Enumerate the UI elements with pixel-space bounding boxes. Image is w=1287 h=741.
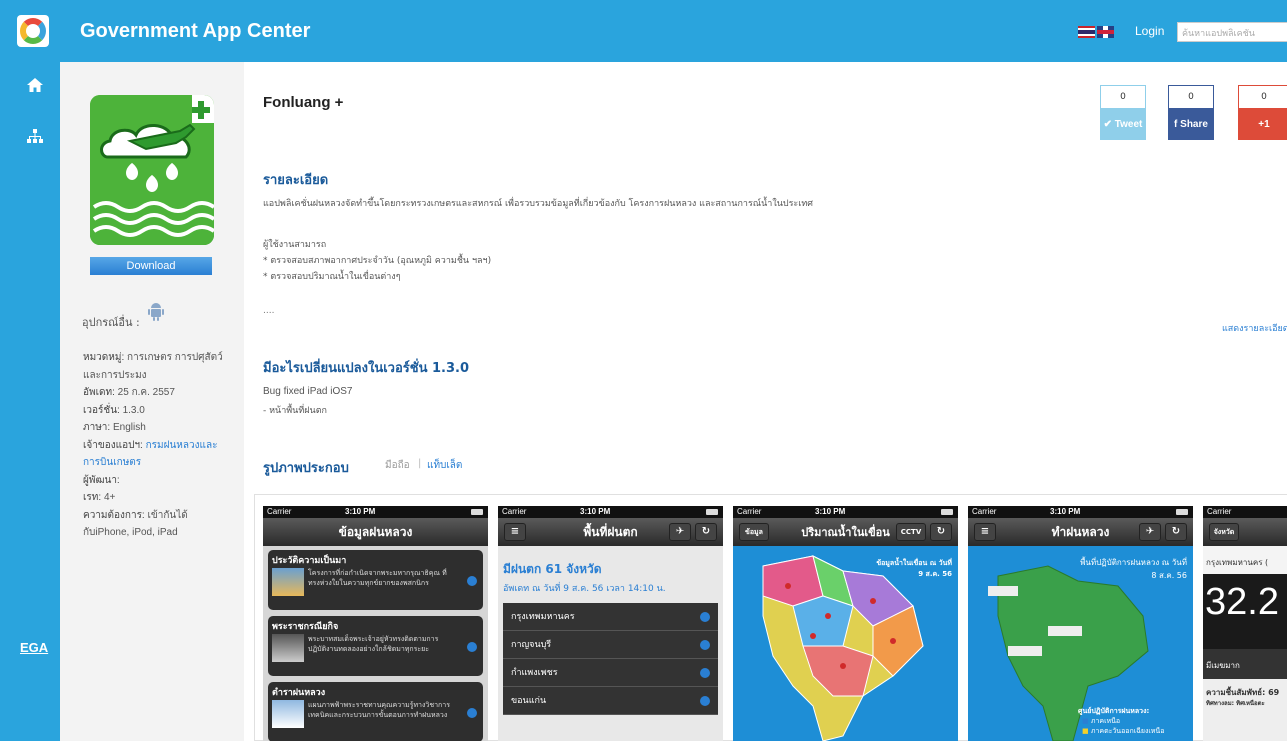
details-heading: รายละเอียด xyxy=(263,173,329,188)
show-more-link[interactable]: แสดงรายละเอียด xyxy=(1222,321,1287,335)
home-icon[interactable] xyxy=(27,78,43,92)
download-button[interactable]: Download xyxy=(90,257,212,275)
menu-icon: ≡ xyxy=(974,523,996,541)
screen-navbar: ข้อมูล ปริมาณน้ำในเขื่อน CCTV ↻ xyxy=(733,518,958,546)
uk-flag-icon[interactable] xyxy=(1097,26,1114,38)
list-item: ประวัติความเป็นมา โครงการที่ก่อกำเนิดจากพ… xyxy=(268,550,483,610)
disclosure-icon xyxy=(700,612,710,622)
battery-icon xyxy=(706,509,718,515)
disclosure-icon xyxy=(700,696,710,706)
screenshots-heading: รูปภาพประกอบ xyxy=(263,461,349,476)
screenshot-4[interactable]: Carrier 3:10 PM ≡ ทำฝนหลวง ✈ ↻ พื้นที่ปฏิ… xyxy=(968,506,1193,741)
battery-icon xyxy=(941,509,953,515)
app-icon-graphic xyxy=(90,95,214,245)
screenshot-5[interactable]: Carrier จังหวัด กรุงเทพมหานคร ( 32.2 มีเ… xyxy=(1203,506,1287,741)
sitemap-icon[interactable] xyxy=(27,129,43,144)
site-logo[interactable] xyxy=(17,15,49,47)
app-name: Fonluang + xyxy=(263,94,344,111)
meta-developer: ผู้พัฒนา: xyxy=(83,474,120,486)
disclosure-icon xyxy=(700,668,710,678)
status-bar: Carrier 3:10 PM xyxy=(968,506,1193,518)
screenshot-3[interactable]: Carrier 3:10 PM ข้อมูล ปริมาณน้ำในเขื่อน … xyxy=(733,506,958,741)
legend-item: ■ ภาคตะวันออกเฉียงเหนือ xyxy=(1082,727,1165,735)
disclosure-icon xyxy=(467,576,477,586)
disclosure-icon xyxy=(467,708,477,718)
battery-icon xyxy=(1176,509,1188,515)
refresh-icon: ↻ xyxy=(695,523,717,541)
disclosure-icon xyxy=(700,640,710,650)
refresh-icon: ↻ xyxy=(930,523,952,541)
description-ellipsis: .... xyxy=(263,306,275,316)
tab-tablet[interactable]: แท็บเล็ต xyxy=(427,458,462,473)
changes-line: Bug fixed iPad iOS7 xyxy=(263,386,353,397)
screen-navbar: ≡ พื้นที่ฝนตก ✈ ↻ xyxy=(498,518,723,546)
refresh-icon: ↻ xyxy=(1165,523,1187,541)
meta-updated: อัพเดท: 25 ก.ค. 2557 xyxy=(83,387,175,398)
plus-one-button[interactable]: 0 +1 xyxy=(1238,85,1287,140)
share-count: 0 xyxy=(1168,85,1214,109)
meta-version: เวอร์ชั่น: 1.3.0 xyxy=(83,404,145,416)
meta-rating: เรท: 4+ xyxy=(83,492,116,503)
tweet-count: 0 xyxy=(1100,85,1146,109)
tweet-button[interactable]: 0 ✔ Tweet xyxy=(1100,85,1146,140)
app-meta: หมวดหมู่: การเกษตร การปศุสัตว์ และการประ… xyxy=(83,349,233,542)
meta-requirements: ความต้องการ: เข้ากันได้กับiPhone, iPod, … xyxy=(83,509,188,539)
list-item: ตำราฝนหลวง แผนภาพฟ้าพระราชทานคุณความรู้ทา… xyxy=(268,682,483,741)
screenshot-1[interactable]: Carrier 3:10 PM ข้อมูลฝนหลวง ประวัติความเ… xyxy=(263,506,488,741)
plus-label: +1 xyxy=(1238,109,1287,140)
thumbnail-image xyxy=(272,700,304,728)
thai-flag-icon[interactable] xyxy=(1078,26,1095,38)
app-icon-image xyxy=(90,95,214,245)
other-devices-label: อุปกรณ์อื่น : xyxy=(82,316,140,329)
thumbnail-image xyxy=(272,568,304,596)
changes-line: - หน้าพื้นที่ฝนตก xyxy=(263,406,327,416)
screen-navbar: ≡ ทำฝนหลวง ✈ ↻ xyxy=(968,518,1193,546)
changes-heading: มีอะไรเปลี่ยนแปลงในเวอร์ชั่น 1.3.0 xyxy=(263,361,470,376)
tab-separator: | xyxy=(418,458,422,469)
tab-phone[interactable]: มือถือ xyxy=(385,458,410,473)
tweet-label: ✔ Tweet xyxy=(1100,109,1146,140)
meta-owner: เจ้าของแอปฯ: กรมฝนหลวงและการบินเกษตร xyxy=(83,439,218,469)
list-item: กรุงเทพมหานคร xyxy=(503,603,718,631)
status-bar: Carrier 3:10 PM xyxy=(498,506,723,518)
list-item: กาญจนบุรี xyxy=(503,631,718,659)
search-input[interactable]: ค้นหาแอปพลิเคชัน xyxy=(1177,22,1287,42)
status-bar: Carrier xyxy=(1203,506,1287,518)
list-item: พระราชกรณียกิจ พระบาทสมเด็จพระเจ้าอยู่หัว… xyxy=(268,616,483,676)
share-button[interactable]: 0 f Share xyxy=(1168,85,1214,140)
screen-body: กรุงเทพมหานคร ( 32.2 มีเมฆมาก ความชื้นสั… xyxy=(1203,546,1287,741)
list-item: ขอนแก่น xyxy=(503,687,718,715)
users-line: * ตรวจสอบปริมาณน้ำในเขื่อนต่างๆ xyxy=(263,272,401,282)
twitter-icon: ✔ xyxy=(1103,119,1115,130)
status-bar: Carrier 3:10 PM xyxy=(733,506,958,518)
site-title[interactable]: Government App Center xyxy=(80,20,310,43)
thumbnail-image xyxy=(272,634,304,662)
operations-map: พื้นที่ปฏิบัติการฝนหลวง ณ วันที่ 8 ส.ค. … xyxy=(968,546,1193,741)
login-link[interactable]: Login xyxy=(1135,24,1164,38)
language-switcher[interactable] xyxy=(1078,26,1116,38)
screen-body: มีฝนตก 61 จังหวัด อัพเดท ณ วันที่ 9 ส.ค.… xyxy=(498,546,723,741)
satellite-icon: ✈ xyxy=(669,523,691,541)
dam-map: ข้อมูลน้ำในเขื่อน ณ วันที่ 9 ส.ค. 56 xyxy=(733,546,958,741)
ega-link[interactable]: EGA xyxy=(20,640,48,655)
plus-count: 0 xyxy=(1238,85,1287,109)
share-label: f Share xyxy=(1168,109,1214,140)
screenshot-2[interactable]: Carrier 3:10 PM ≡ พื้นที่ฝนตก ✈ ↻ มีฝนตก … xyxy=(498,506,723,741)
meta-language: ภาษา: English xyxy=(83,422,146,433)
users-line: * ตรวจสอบสภาพอากาศประจำวัน (อุณหภูมิ ควา… xyxy=(263,256,492,266)
logo-icon xyxy=(20,18,46,44)
battery-icon xyxy=(471,509,483,515)
status-bar: Carrier 3:10 PM xyxy=(263,506,488,518)
satellite-icon: ✈ xyxy=(1139,523,1161,541)
screen-body: ประวัติความเป็นมา โครงการที่ก่อกำเนิดจากพ… xyxy=(263,546,488,741)
menu-icon: ≡ xyxy=(504,523,526,541)
android-icon[interactable] xyxy=(148,300,164,322)
screen-navbar: จังหวัด xyxy=(1203,518,1287,546)
disclosure-icon xyxy=(467,642,477,652)
meta-category: หมวดหมู่: การเกษตร การปศุสัตว์ และการประ… xyxy=(83,352,223,381)
users-title: ผู้ใช้งานสามารถ xyxy=(263,240,327,250)
screen-navbar: ข้อมูลฝนหลวง xyxy=(263,518,488,546)
list-item: กำแพงเพชร xyxy=(503,659,718,687)
app-description: แอปพลิเคชั่นฝนหลวงจัดทำขึ้นโดยกระทรวงเกษ… xyxy=(263,199,813,209)
